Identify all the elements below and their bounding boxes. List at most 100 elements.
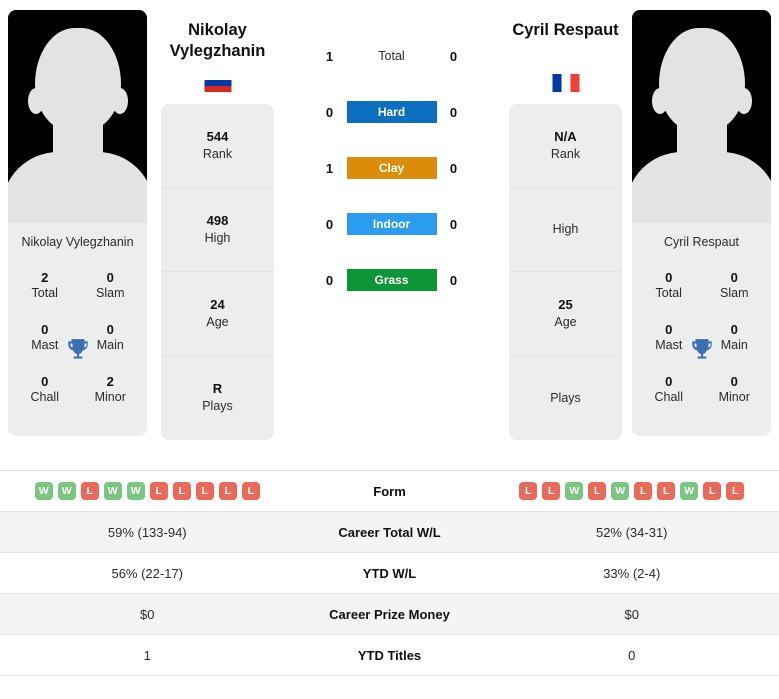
title-value: 0 xyxy=(106,270,114,285)
h2h-row-grass: 0 Grass 0 xyxy=(282,252,501,308)
trophy-icon xyxy=(691,338,712,359)
form-badge-win: W xyxy=(611,482,630,500)
title-value: 0 xyxy=(41,373,49,389)
form-badge-win: W xyxy=(103,482,122,500)
left-value: $0 xyxy=(140,606,155,622)
stat-plays: R Plays xyxy=(161,356,274,440)
left-player-summary: Nikolay Vylegzhanin 544 Rank 498 High 24… xyxy=(159,10,276,440)
right-flag-wrap xyxy=(509,66,622,104)
h2h-surface-label-hard[interactable]: Hard xyxy=(346,101,437,123)
title-value: 0 xyxy=(730,321,738,337)
form-left: WWLWWLLLLL xyxy=(0,482,295,500)
h2h-right-score: 0 xyxy=(449,272,458,288)
title-value: 0 xyxy=(41,321,49,337)
right-player-card: Cyril Respaut 0 Total 0 Slam 0 Mast 0 Ma… xyxy=(624,10,779,436)
h2h-surface-label-indoor[interactable]: Indoor xyxy=(346,213,437,235)
form-badge-loss: L xyxy=(726,482,745,500)
title-value: 0 xyxy=(730,373,738,389)
right-player-name: Cyril Respaut xyxy=(509,10,622,66)
left-player-name: Nikolay Vylegzhanin xyxy=(161,10,274,66)
h2h-row-indoor: 0 Indoor 0 xyxy=(282,196,501,252)
title-cell-chall: 0 Chall xyxy=(636,368,702,418)
h2h-right-score: 0 xyxy=(449,216,458,232)
flag-russia-icon xyxy=(204,74,231,92)
form-badge-loss: L xyxy=(703,482,722,500)
h2h-surface-label-grass[interactable]: Grass xyxy=(346,269,437,291)
head-to-head-surfaces: 1 Total 0 0 Hard 0 1 Clay 0 0 Indoor 0 0 xyxy=(276,10,507,308)
form-badge-loss: L xyxy=(149,482,168,500)
right-player-photo-card: Cyril Respaut 0 Total 0 Slam 0 Mast 0 Ma… xyxy=(632,10,771,436)
stat-label: Age xyxy=(206,314,229,329)
stat-plays: Plays xyxy=(509,356,622,440)
right-player-titles-grid: 0 Total 0 Slam 0 Mast 0 Main 0 Chall 0 M… xyxy=(632,264,771,436)
right-value: $0 xyxy=(624,606,639,622)
stat-label: High xyxy=(552,222,579,237)
stat-age: 25 Age xyxy=(509,272,622,356)
form-badge-loss: L xyxy=(195,482,214,500)
title-value: 0 xyxy=(106,321,114,337)
avatar-ear-right xyxy=(111,88,128,114)
row-label: YTD W/L xyxy=(362,565,417,581)
title-value: 0 xyxy=(730,270,738,285)
avatar-ear-left xyxy=(651,88,668,114)
table-row-ytd-wl: 56% (22-17) YTD W/L 33% (2-4) xyxy=(0,553,779,594)
title-value: 0 xyxy=(665,373,673,389)
title-label: Slam xyxy=(96,286,125,301)
h2h-right-score: 0 xyxy=(449,160,458,176)
title-cell-slam: 0 Slam xyxy=(702,264,768,314)
avatar-shoulders xyxy=(8,152,147,223)
right-player-name-line1: Cyril Respaut xyxy=(512,21,619,39)
title-cell-minor: 0 Minor xyxy=(702,368,768,418)
stat-high: High xyxy=(509,188,622,272)
right-player-photo xyxy=(632,10,771,223)
form-badge-win: W xyxy=(34,482,53,500)
title-label: Minor xyxy=(94,390,126,404)
table-row-ytd-titles: 1 YTD Titles 0 xyxy=(0,635,779,676)
flag-france-icon xyxy=(552,74,579,92)
stat-label: High xyxy=(204,230,231,245)
trophy-icon xyxy=(67,338,88,359)
form-badge-win: W xyxy=(565,482,584,500)
form-badge-win: W xyxy=(57,482,76,500)
form-badge-loss: L xyxy=(588,482,607,500)
stat-high: 498 High xyxy=(161,188,274,272)
title-cell-minor: 2 Minor xyxy=(78,368,144,418)
stat-value: 498 xyxy=(206,212,229,228)
form-badge-win: W xyxy=(680,482,699,500)
h2h-row-clay: 1 Clay 0 xyxy=(282,140,501,196)
h2h-surface-label-clay[interactable]: Clay xyxy=(346,157,437,179)
row-label: Career Prize Money xyxy=(329,606,450,622)
title-cell-chall: 0 Chall xyxy=(12,368,78,418)
title-cell-total: 0 Total xyxy=(636,264,702,314)
right-value: 52% (34-31) xyxy=(595,524,668,540)
row-label-form: Form xyxy=(373,483,406,499)
h2h-left-score: 0 xyxy=(325,216,334,232)
avatar-ear-right xyxy=(735,88,752,114)
stat-value: 544 xyxy=(206,128,229,144)
left-value: 59% (133-94) xyxy=(107,524,187,540)
title-label: Chall xyxy=(30,390,60,404)
left-player-photo-card: Nikolay Vylegzhanin 2 Total 0 Slam 0 Mas… xyxy=(8,10,147,436)
form-badge-loss: L xyxy=(519,482,538,500)
h2h-left-score: 1 xyxy=(325,48,334,64)
form-badge-win: W xyxy=(126,482,145,500)
avatar-silhouette-icon xyxy=(34,28,121,132)
table-row-career-prize-money: $0 Career Prize Money $0 xyxy=(0,594,779,635)
h2h-row-total: 1 Total 0 xyxy=(282,28,501,84)
h2h-left-score: 0 xyxy=(325,104,334,120)
left-value: 56% (22-17) xyxy=(111,565,184,581)
stat-label: Age xyxy=(554,314,577,329)
row-label: YTD Titles xyxy=(357,647,422,663)
right-player-card-name: Cyril Respaut xyxy=(663,235,740,249)
stat-label: Rank xyxy=(202,146,233,161)
avatar-silhouette-icon xyxy=(658,28,745,132)
stat-age: 24 Age xyxy=(161,272,274,356)
form-strip-left: WWLWWLLLLL xyxy=(6,482,289,500)
title-label: Minor xyxy=(718,390,750,404)
left-player-titles-grid: 2 Total 0 Slam 0 Mast 0 Main 0 Chall 2 M… xyxy=(8,264,147,436)
stat-rank: 544 Rank xyxy=(161,104,274,188)
right-value: 33% (2-4) xyxy=(603,565,661,581)
title-label: Chall xyxy=(654,390,684,404)
left-player-card-name: Nikolay Vylegzhanin xyxy=(21,235,134,249)
table-row-career-total-wl: 59% (133-94) Career Total W/L 52% (34-31… xyxy=(0,512,779,553)
